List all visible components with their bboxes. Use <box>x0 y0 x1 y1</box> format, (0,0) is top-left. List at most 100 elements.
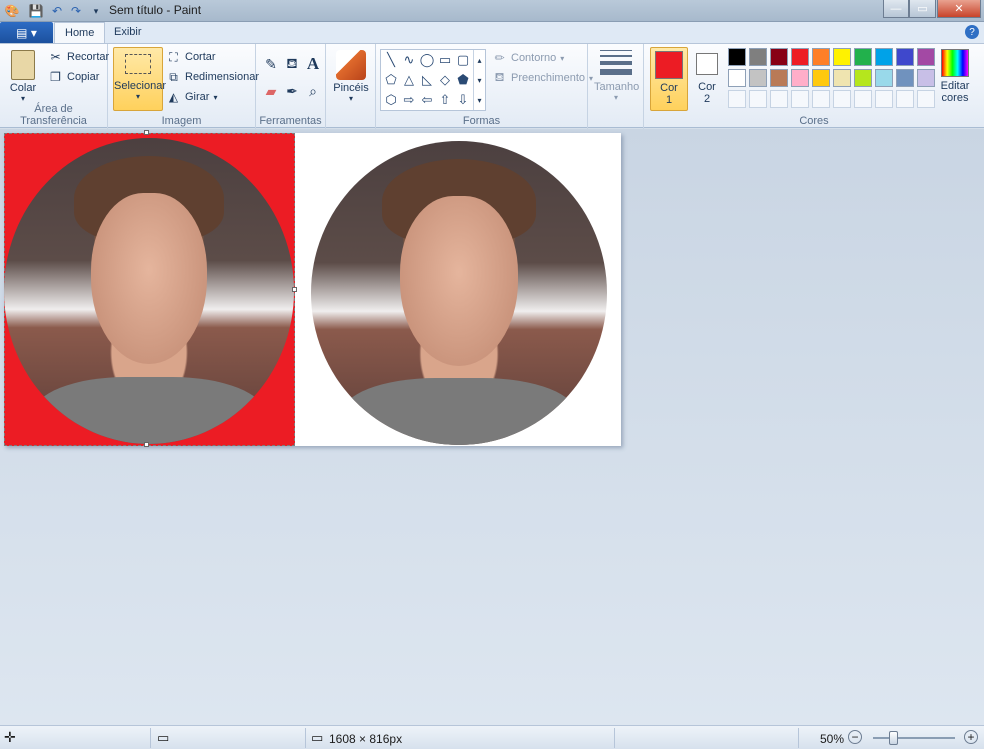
palette-color-swatch[interactable] <box>875 69 893 87</box>
select-button[interactable]: Selecionar ▾ <box>113 47 166 111</box>
palette-color-swatch[interactable] <box>791 69 809 87</box>
rotate-button[interactable]: ◭ Girar ▾ <box>166 90 218 104</box>
custom-color-slot[interactable] <box>917 90 935 108</box>
palette-color-swatch[interactable] <box>917 48 935 66</box>
palette-color-swatch[interactable] <box>854 48 872 66</box>
redo-icon[interactable]: ↷ <box>68 3 84 19</box>
cut-button[interactable]: ✂ Recortar <box>48 50 109 64</box>
help-icon[interactable]: ? <box>965 25 979 39</box>
custom-color-slot[interactable] <box>833 90 851 108</box>
resize-handle-top[interactable] <box>144 130 149 135</box>
tab-view[interactable]: Exibir <box>104 22 152 44</box>
outline-dropdown-icon: ▾ <box>560 53 565 63</box>
scroll-down-icon[interactable]: ▾ <box>477 76 481 85</box>
right-triangle-shape-icon[interactable]: ◺ <box>418 71 436 89</box>
palette-color-swatch[interactable] <box>833 69 851 87</box>
custom-color-slot[interactable] <box>854 90 872 108</box>
palette-color-swatch[interactable] <box>728 69 746 87</box>
triangle-shape-icon[interactable]: △ <box>400 71 418 89</box>
palette-color-swatch[interactable] <box>749 48 767 66</box>
zoom-in-button[interactable]: + <box>964 730 978 744</box>
palette-color-swatch[interactable] <box>770 69 788 87</box>
palette-color-swatch[interactable] <box>833 48 851 66</box>
line-shape-icon[interactable]: ╲ <box>382 51 400 69</box>
file-menu-button[interactable]: ▤ ▾ <box>0 22 53 44</box>
custom-color-slot[interactable] <box>728 90 746 108</box>
selection-region[interactable] <box>4 133 295 446</box>
hexagon-shape-icon[interactable]: ⬡ <box>382 91 400 109</box>
minimize-button[interactable]: — <box>883 0 909 18</box>
palette-color-swatch[interactable] <box>854 69 872 87</box>
undo-icon[interactable]: ↶ <box>49 3 65 19</box>
zoom-out-button[interactable]: − <box>848 730 862 744</box>
palette-color-swatch[interactable] <box>875 48 893 66</box>
down-arrow-shape-icon[interactable]: ⇩ <box>454 91 472 109</box>
close-button[interactable]: ✕ <box>937 0 981 18</box>
fill-button[interactable]: ⛾ Preenchimento ▾ <box>492 70 593 85</box>
resize-handle-bottom[interactable] <box>144 442 149 447</box>
curve-shape-icon[interactable]: ∿ <box>400 51 418 69</box>
palette-color-swatch[interactable] <box>791 48 809 66</box>
paint-app-icon[interactable]: 🎨 <box>4 3 20 19</box>
paste-button[interactable]: Colar ▾ <box>4 48 42 110</box>
rectangle-shape-icon[interactable]: ▭ <box>436 51 454 69</box>
size-button[interactable]: Tamanho ▾ <box>594 48 639 110</box>
palette-color-swatch[interactable] <box>812 69 830 87</box>
color1-label: Cor <box>660 82 678 94</box>
eraser-icon[interactable]: ▰ <box>261 81 281 101</box>
rounded-rectangle-shape-icon[interactable]: ▢ <box>454 51 472 69</box>
edit-colors-button[interactable]: Editar cores <box>938 48 972 112</box>
diamond-shape-icon[interactable]: ◇ <box>436 71 454 89</box>
left-arrow-shape-icon[interactable]: ⇦ <box>418 91 436 109</box>
zoom-slider-thumb[interactable] <box>889 731 898 745</box>
maximize-button[interactable]: ▭ <box>909 0 936 18</box>
palette-color-swatch[interactable] <box>896 48 914 66</box>
size-dropdown-icon: ▾ <box>613 93 618 102</box>
color2-button[interactable]: Cor 2 <box>692 47 722 111</box>
custom-color-slot[interactable] <box>812 90 830 108</box>
customize-icon[interactable]: ▾ <box>88 3 104 19</box>
save-icon[interactable]: 💾 <box>28 3 44 19</box>
right-arrow-shape-icon[interactable]: ⇨ <box>400 91 418 109</box>
palette-color-swatch[interactable] <box>896 69 914 87</box>
up-arrow-shape-icon[interactable]: ⇧ <box>436 91 454 109</box>
copy-button[interactable]: ❐ Copiar <box>48 70 99 84</box>
custom-color-slot[interactable] <box>791 90 809 108</box>
size-group: Tamanho ▾ <box>588 44 644 129</box>
palette-color-swatch[interactable] <box>749 69 767 87</box>
resize-handle-right[interactable] <box>292 287 297 292</box>
color1-button[interactable]: Cor 1 <box>650 47 688 111</box>
scroll-up-icon[interactable]: ▴ <box>477 56 481 65</box>
zoom-slider-track[interactable] <box>873 737 955 739</box>
drawing-canvas[interactable] <box>4 130 621 447</box>
custom-color-slot[interactable] <box>749 90 767 108</box>
canvas-area[interactable] <box>0 129 984 725</box>
resize-button[interactable]: ⧉ Redimensionar <box>166 70 259 84</box>
polygon-shape-icon[interactable]: ⬠ <box>382 71 400 89</box>
custom-color-slot[interactable] <box>896 90 914 108</box>
fill-bucket-icon[interactable]: ⛾ <box>282 54 302 74</box>
crop-icon: ⛶ <box>169 49 178 64</box>
palette-color-swatch[interactable] <box>770 48 788 66</box>
expand-gallery-icon[interactable]: ▾ <box>477 96 481 105</box>
outline-button[interactable]: ✏ Contorno ▾ <box>492 51 564 65</box>
text-tool-icon[interactable]: A <box>303 54 323 74</box>
custom-color-slot[interactable] <box>875 90 893 108</box>
shapes-gallery[interactable]: ╲ ∿ ◯ ▭ ▢ ⬠ △ ◺ ◇ ⬟ ⬡ ⇨ ⇦ ⇧ ⇩ ▴ ▾ ▾ <box>380 49 486 111</box>
palette-color-swatch[interactable] <box>728 48 746 66</box>
face-shape <box>399 195 519 366</box>
custom-color-slot[interactable] <box>770 90 788 108</box>
magnifier-icon[interactable]: ⌕ <box>303 81 323 101</box>
shapes-scroll[interactable]: ▴ ▾ ▾ <box>473 50 485 110</box>
crop-button[interactable]: ⛶ Cortar <box>166 49 215 64</box>
shirt-shape <box>33 376 265 444</box>
select-dropdown-icon: ▾ <box>135 92 140 101</box>
brushes-button[interactable]: Pincéis ▾ <box>332 48 370 110</box>
palette-color-swatch[interactable] <box>812 48 830 66</box>
tab-home[interactable]: Home <box>54 22 106 44</box>
color-picker-icon[interactable]: ✒ <box>282 81 302 101</box>
pentagon-shape-icon[interactable]: ⬟ <box>454 71 472 89</box>
oval-shape-icon[interactable]: ◯ <box>418 51 436 69</box>
pencil-icon[interactable]: ✎ <box>261 54 281 74</box>
palette-color-swatch[interactable] <box>917 69 935 87</box>
